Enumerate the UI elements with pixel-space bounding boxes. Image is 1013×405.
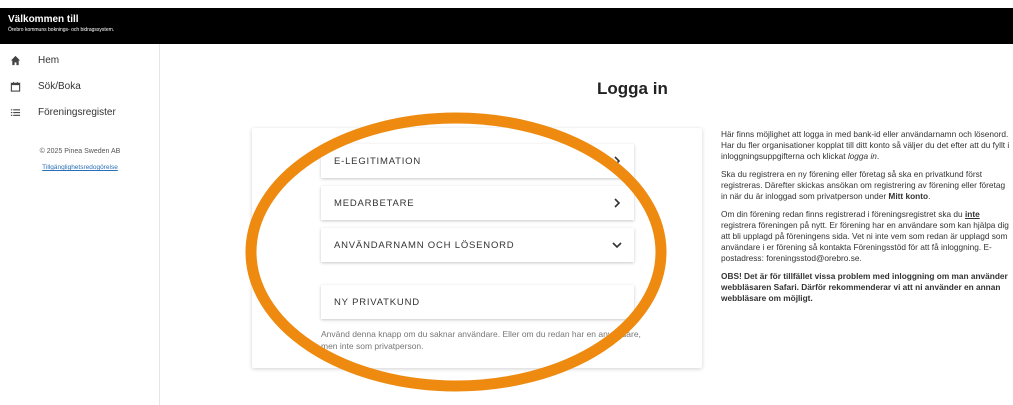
sidebar-item-label: Föreningsregister — [38, 106, 116, 118]
info-paragraph: Om din förening redan finns registrerad … — [721, 209, 1009, 263]
info-paragraph: Här finns möjlighet att logga in med ban… — [721, 129, 1010, 161]
accessibility-link[interactable]: Tillgänglighetsredogörelse — [0, 164, 160, 171]
option-label: MEDARBETARE — [334, 197, 415, 209]
chevron-right-icon — [614, 198, 621, 208]
sidebar-item-label: Sök/Boka — [38, 80, 81, 92]
page-title: Logga in — [597, 79, 668, 98]
copyright-text: © 2025 Pinea Sweden AB — [39, 148, 121, 155]
sidebar: Hem Sök/Boka Föreningsregister © 2025 Pi… — [0, 44, 160, 405]
new-customer-hint: Använd denna knapp om du saknar användar… — [321, 329, 641, 351]
option-label: ANVÄNDARNAMN OCH LÖSENORD — [334, 239, 515, 251]
sidebar-item-hem[interactable]: Hem — [0, 48, 160, 72]
home-icon — [9, 54, 21, 66]
e-legitimation-button[interactable]: E-LEGITIMATION — [321, 144, 634, 178]
calendar-icon — [9, 80, 21, 92]
chevron-down-icon — [612, 242, 622, 249]
sidebar-item-sok-boka[interactable]: Sök/Boka — [0, 74, 160, 98]
option-label: E-LEGITIMATION — [334, 155, 422, 167]
info-panel: Här finns möjlighet att logga in med ban… — [721, 129, 1011, 311]
info-paragraph: Ska du registrera en ny förening eller f… — [721, 169, 1006, 201]
username-password-button[interactable]: ANVÄNDARNAMN OCH LÖSENORD — [321, 228, 634, 262]
sidebar-item-foreningsregister[interactable]: Föreningsregister — [0, 100, 160, 124]
app-title: Välkommen till — [8, 14, 79, 25]
medarbetare-button[interactable]: MEDARBETARE — [321, 186, 634, 220]
sidebar-item-label: Hem — [38, 54, 60, 66]
top-bar: Välkommen till Örebro kommuns boknings- … — [0, 8, 1013, 44]
list-icon — [9, 106, 21, 118]
chevron-right-icon — [614, 156, 621, 166]
new-private-customer-button[interactable]: NY PRIVATKUND — [321, 285, 634, 319]
option-label: NY PRIVATKUND — [334, 296, 420, 308]
app-subtitle: Örebro kommuns boknings- och bidragssyst… — [8, 27, 115, 33]
safari-warning: OBS! Det är för tillfället vissa problem… — [721, 271, 1008, 303]
